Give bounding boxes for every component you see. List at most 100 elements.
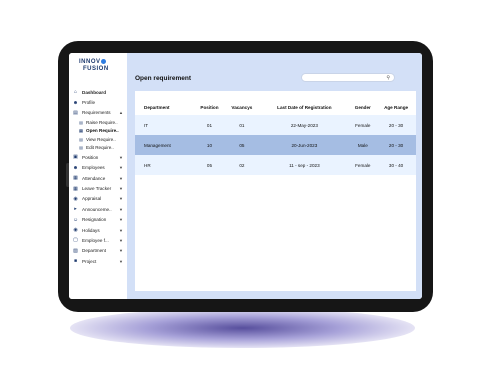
sidebar-item-label: Edit Require.. (86, 145, 114, 151)
sidebar-item-7[interactable]: ▣ Position ▼ (69, 152, 127, 162)
building-icon: ▧ (73, 247, 78, 254)
calendar-icon: ▦ (73, 175, 78, 182)
user-icon: ☻ (72, 99, 79, 106)
doc-icon: ▤ (79, 128, 83, 134)
sidebar-item-3[interactable]: ▤ Raise Require.. (69, 118, 127, 127)
table-cell: Male (349, 135, 377, 155)
chevron-down-icon[interactable]: ▼ (119, 217, 123, 222)
chevron-down-icon[interactable]: ▼ (119, 176, 123, 181)
chevron-down-icon[interactable]: ▼ (119, 155, 123, 160)
chevron-down-icon[interactable]: ▼ (119, 186, 123, 191)
sidebar-item-5[interactable]: ▤ View Require.. (69, 135, 127, 144)
sidebar-item-10[interactable]: ▦ Leave Tracker ▼ (69, 183, 127, 193)
sidebar-item-label: Resignation (82, 217, 107, 223)
globe-icon: ◉ (73, 227, 78, 234)
sidebar-item-label: Attendance (82, 175, 106, 181)
sidebar-item-4[interactable]: ▤ Open Require.. (69, 127, 127, 136)
table-cell: 02 (224, 155, 260, 175)
column-header: Gender (354, 104, 371, 110)
requirements-panel: Department Position Vacancys Last Date of R… (135, 91, 416, 291)
sidebar-item-label: Employees (82, 165, 105, 171)
logo-dot-icon (100, 59, 106, 64)
home-icon: ⌂ (73, 89, 78, 96)
sidebar-nav: ⌂ Dashboard ☻ Profile ▤ Requirements ▲ ▤ Raise R… (69, 87, 127, 266)
folder-icon: ■ (73, 258, 78, 265)
sidebar-item-label: Open Require.. (86, 128, 119, 134)
table-cell: 10 (194, 135, 225, 155)
table-header-row: Department Position Vacancys Last Date of R… (135, 99, 416, 115)
calendar-icon: ▦ (73, 185, 78, 192)
search-icon[interactable]: ⚲ (386, 75, 390, 81)
table-cell: 20 - 30 (376, 115, 416, 135)
sidebar-item-label: Project (82, 258, 97, 264)
sidebar-item-label: Holidays (82, 227, 100, 233)
sidebar-item-label: Announceme.. (82, 206, 112, 212)
column-header: Department (144, 104, 170, 110)
table-cell: IT (135, 115, 195, 135)
chat-icon: ▢ (73, 237, 78, 244)
column-header: Position (200, 104, 219, 110)
chevron-down-icon[interactable]: ▼ (119, 228, 123, 233)
table-cell: 05 (224, 135, 260, 155)
table-row[interactable]: Management 10 05 20-Jun-2023 Male 20 - 30 (135, 135, 416, 155)
requirements-table: Department Position Vacancys Last Date of R… (135, 99, 416, 175)
device-shadow (70, 308, 415, 348)
sidebar-item-15[interactable]: ▢ Employee f... ▼ (69, 235, 127, 245)
table-cell: 11 - sep - 2023 (259, 155, 350, 175)
table-cell: HR (135, 155, 195, 175)
sidebar-item-6[interactable]: ▤ Edit Require.. (69, 144, 127, 153)
sidebar-item-label: Raise Require.. (86, 119, 118, 125)
doc-icon: ▤ (79, 136, 83, 142)
megaphone-icon: ▸ (74, 206, 77, 213)
app-screen: INNOV FUSION ⌂ Dashboard ☻ Profile ▤ Requirem… (69, 53, 422, 299)
sidebar-item-label: Dashboard (82, 89, 106, 95)
table-cell: 01 (224, 115, 260, 135)
column-header: Age Range (384, 104, 409, 110)
users-icon: ☻ (72, 164, 79, 171)
sidebar-item-13[interactable]: ☺ Resignation ▼ (69, 215, 127, 225)
main-content: Open requirement ⚲ Department Position Vac… (127, 53, 422, 299)
user-minus-icon: ☺ (72, 216, 79, 223)
search-input[interactable]: ⚲ (301, 73, 395, 82)
table-cell: Female (349, 115, 377, 135)
column-header: Last Date of Registration (277, 104, 332, 110)
sidebar-item-17[interactable]: ■ Project ▼ (69, 256, 127, 266)
brand-line-2: FUSION (83, 66, 109, 73)
sidebar-item-16[interactable]: ▧ Department ▼ (69, 246, 127, 256)
sidebar-item-14[interactable]: ◉ Holidays ▼ (69, 225, 127, 235)
sidebar-item-12[interactable]: ▸ Announceme.. ▼ (69, 204, 127, 214)
sidebar-item-1[interactable]: ☻ Profile (69, 97, 127, 107)
column-header: Vacancys (231, 104, 253, 110)
sidebar-item-label: Position (82, 154, 99, 160)
sidebar-item-0[interactable]: ⌂ Dashboard (69, 87, 127, 97)
chevron-up-icon[interactable]: ▲ (119, 110, 123, 115)
briefcase-icon: ▣ (73, 154, 78, 161)
table-row[interactable]: HR 05 02 11 - sep - 2023 Female 30 - 40 (135, 155, 416, 175)
sidebar-item-label: Profile (82, 100, 96, 106)
chevron-down-icon[interactable]: ▼ (119, 196, 123, 201)
sidebar-item-2[interactable]: ▤ Requirements ▲ (69, 108, 127, 118)
chevron-down-icon[interactable]: ▼ (119, 238, 123, 243)
doc-icon: ▤ (79, 119, 83, 125)
table-cell: 20-Jun-2023 (259, 135, 350, 155)
sidebar-item-label: Requirements (82, 110, 111, 116)
sidebar-item-label: Leave Tracker (82, 186, 112, 192)
sidebar-item-label: Appraisal (82, 196, 102, 202)
table-cell: Management (135, 135, 195, 155)
chevron-down-icon[interactable]: ▼ (119, 207, 123, 212)
chevron-down-icon[interactable]: ▼ (119, 259, 123, 264)
sidebar: INNOV FUSION ⌂ Dashboard ☻ Profile ▤ Requirem… (69, 53, 127, 299)
chevron-down-icon[interactable]: ▼ (119, 165, 123, 170)
sidebar-item-11[interactable]: ◉ Appraisal ▼ (69, 194, 127, 204)
table-row[interactable]: IT 01 01 22-May-2023 Female 20 - 30 (135, 115, 416, 135)
table-cell: Female (349, 155, 377, 175)
brand-logo[interactable]: INNOV FUSION (79, 59, 119, 79)
badge-icon: ◉ (73, 195, 78, 202)
table-cell: 01 (194, 115, 225, 135)
sidebar-item-8[interactable]: ☻ Employees ▼ (69, 163, 127, 173)
sidebar-item-9[interactable]: ▦ Attendance ▼ (69, 173, 127, 183)
doc-icon: ▤ (73, 109, 78, 116)
sidebar-item-label: View Require.. (86, 136, 116, 142)
chevron-down-icon[interactable]: ▼ (119, 248, 123, 253)
page-title: Open requirement (135, 75, 191, 82)
